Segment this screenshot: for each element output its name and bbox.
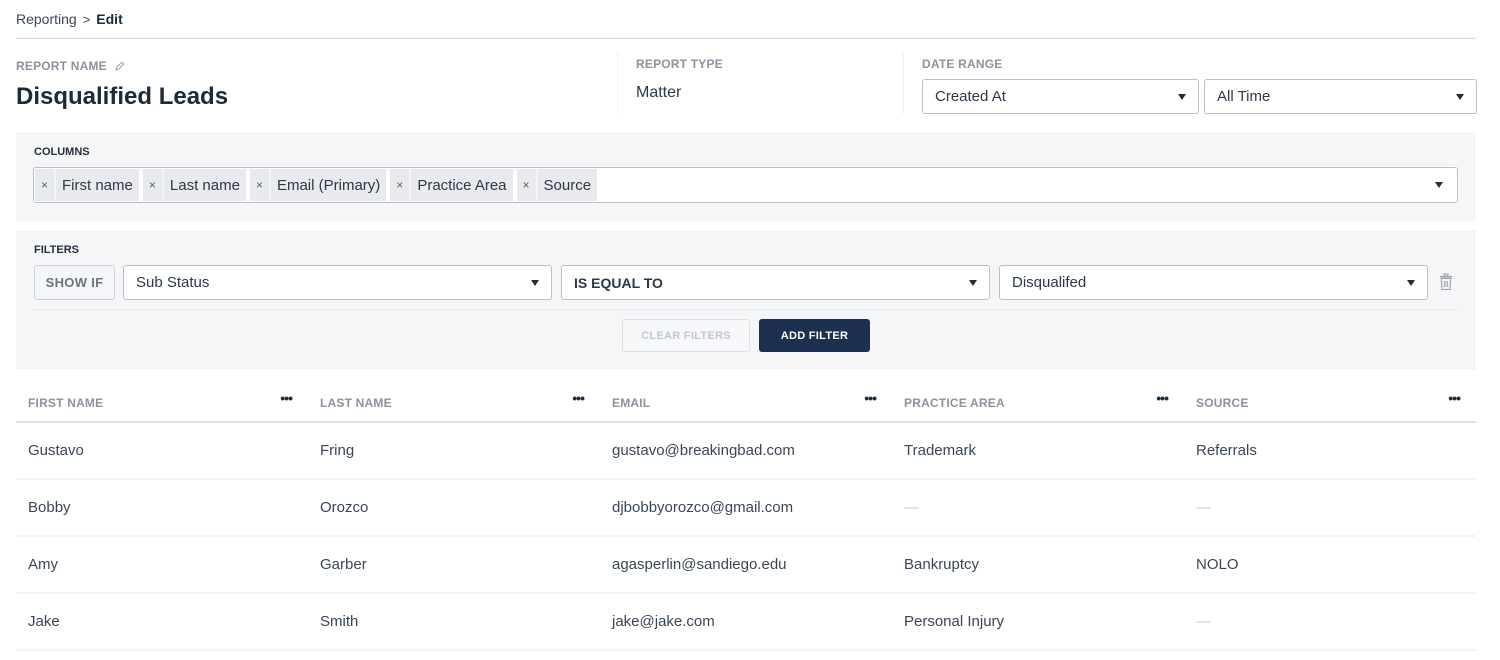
table-row[interactable]: Jake Smith jake@jake.com Personal Injury…: [16, 594, 1476, 651]
report-type-value: Matter: [636, 84, 682, 101]
report-name-label: REPORT NAME: [16, 59, 107, 73]
chevron-down-icon: [1456, 93, 1464, 100]
filters-panel: FILTERS SHOW IF Sub Status IS EQUAL TO D…: [16, 230, 1476, 370]
chevron-down-icon: [1407, 279, 1415, 286]
column-tag-label: Email (Primary): [276, 176, 381, 194]
columns-label: COLUMNS: [34, 146, 90, 158]
filter-value-select[interactable]: Disqualifed: [999, 265, 1428, 300]
cell-source: NOLO: [1196, 556, 1239, 573]
report-type-section: REPORT TYPE Matter: [617, 52, 723, 114]
column-header-first-name[interactable]: FIRST NAME •••: [16, 390, 308, 410]
column-tag: × Email (Primary): [249, 169, 387, 201]
chevron-down-icon: [969, 279, 977, 286]
column-header-practice-area[interactable]: PRACTICE AREA •••: [892, 390, 1184, 410]
column-tag: × First name: [35, 169, 139, 201]
column-tag-label: First name: [62, 176, 133, 194]
cell-first-name: Jake: [28, 613, 60, 630]
column-header-email[interactable]: EMAIL •••: [600, 390, 892, 410]
cell-first-name: Amy: [28, 556, 58, 573]
column-header-label: LAST NAME: [320, 395, 392, 410]
cell-practice-area: Personal Injury: [904, 613, 1005, 630]
chevron-down-icon: [1178, 93, 1186, 100]
column-header-last-name[interactable]: LAST NAME •••: [308, 390, 600, 410]
filter-field-value: Sub Status: [136, 274, 210, 291]
more-options-icon[interactable]: •••: [572, 390, 585, 406]
breadcrumb-current: Edit: [96, 11, 123, 27]
trash-icon[interactable]: [1439, 273, 1453, 291]
date-field-select[interactable]: Created At: [922, 79, 1199, 114]
add-filter-button[interactable]: ADD FILTER: [759, 319, 870, 352]
cell-last-name: Garber: [320, 556, 367, 573]
cell-source: Referrals: [1196, 442, 1257, 459]
date-range-value: All Time: [1217, 88, 1271, 105]
more-options-icon[interactable]: •••: [280, 390, 293, 406]
column-tag-label: Source: [543, 176, 592, 194]
table-row[interactable]: Amy Garber agasperlin@sandiego.edu Bankr…: [16, 537, 1476, 594]
report-name-title[interactable]: Disqualified Leads: [16, 83, 228, 111]
show-if-button[interactable]: SHOW IF: [34, 265, 115, 300]
cell-email: gustavo@breakingbad.com: [612, 442, 795, 459]
filter-value-value: Disqualifed: [1012, 274, 1087, 291]
chevron-down-icon: [531, 279, 539, 286]
filter-operator-select[interactable]: IS EQUAL TO: [561, 265, 990, 300]
cell-email: djbobbyorozco@gmail.com: [612, 499, 794, 516]
results-table: FIRST NAME ••• LAST NAME ••• EMAIL ••• P…: [16, 384, 1476, 651]
date-field-value: Created At: [935, 88, 1006, 105]
cell-last-name: Smith: [320, 613, 359, 630]
breadcrumb-reporting-link[interactable]: Reporting: [16, 11, 77, 27]
filter-field-select[interactable]: Sub Status: [123, 265, 552, 300]
more-options-icon[interactable]: •••: [864, 390, 877, 406]
cell-last-name: Orozco: [320, 499, 369, 516]
column-tag: × Last name: [142, 169, 246, 201]
cell-last-name: Fring: [320, 442, 355, 459]
pencil-icon[interactable]: [115, 61, 125, 71]
cell-first-name: Bobby: [28, 499, 71, 516]
column-header-label: PRACTICE AREA: [904, 395, 1005, 410]
column-tag-label: Last name: [169, 176, 240, 194]
clear-filters-button[interactable]: CLEAR FILTERS: [622, 319, 750, 352]
header-divider: [16, 38, 1476, 39]
breadcrumb-separator: >: [82, 11, 91, 27]
remove-tag-icon[interactable]: ×: [35, 169, 57, 201]
report-name-section: REPORT NAME Disqualified Leads: [16, 57, 228, 111]
remove-tag-icon[interactable]: ×: [390, 169, 412, 201]
table-row[interactable]: Bobby Orozco djbobbyorozco@gmail.com — —: [16, 480, 1476, 537]
chevron-down-icon[interactable]: [1435, 182, 1443, 188]
filters-divider: [34, 309, 1458, 310]
columns-panel: COLUMNS × First name × Last name × Email…: [16, 132, 1476, 221]
cell-practice-area: Trademark: [904, 442, 976, 459]
cell-email: agasperlin@sandiego.edu: [612, 556, 787, 573]
column-header-source[interactable]: SOURCE •••: [1184, 390, 1476, 410]
table-header-row: FIRST NAME ••• LAST NAME ••• EMAIL ••• P…: [16, 384, 1476, 423]
column-header-label: SOURCE: [1196, 395, 1249, 410]
column-tag: × Source: [516, 169, 598, 201]
cell-first-name: Gustavo: [28, 442, 84, 459]
breadcrumb: Reporting > Edit: [16, 11, 123, 27]
column-header-label: EMAIL: [612, 395, 651, 410]
remove-tag-icon[interactable]: ×: [250, 169, 271, 201]
columns-multiselect[interactable]: × First name × Last name × Email (Primar…: [33, 167, 1458, 203]
cell-practice-area: —: [904, 499, 919, 516]
cell-source: —: [1196, 499, 1211, 516]
remove-tag-icon[interactable]: ×: [517, 169, 538, 201]
table-row[interactable]: Gustavo Fring gustavo@breakingbad.com Tr…: [16, 423, 1476, 480]
column-tag: × Practice Area: [390, 169, 513, 201]
cell-source: —: [1196, 613, 1211, 630]
date-range-label: DATE RANGE: [922, 57, 1003, 71]
column-tag-label: Practice Area: [417, 176, 507, 194]
more-options-icon[interactable]: •••: [1448, 390, 1461, 406]
cell-email: jake@jake.com: [612, 613, 715, 630]
filter-operator-value: IS EQUAL TO: [574, 274, 663, 291]
filters-label: FILTERS: [34, 244, 80, 256]
column-header-label: FIRST NAME: [28, 395, 104, 410]
date-range-select[interactable]: All Time: [1204, 79, 1477, 114]
cell-practice-area: Bankruptcy: [904, 556, 980, 573]
more-options-icon[interactable]: •••: [1156, 390, 1169, 406]
remove-tag-icon[interactable]: ×: [143, 169, 164, 201]
report-type-label: REPORT TYPE: [636, 57, 723, 71]
